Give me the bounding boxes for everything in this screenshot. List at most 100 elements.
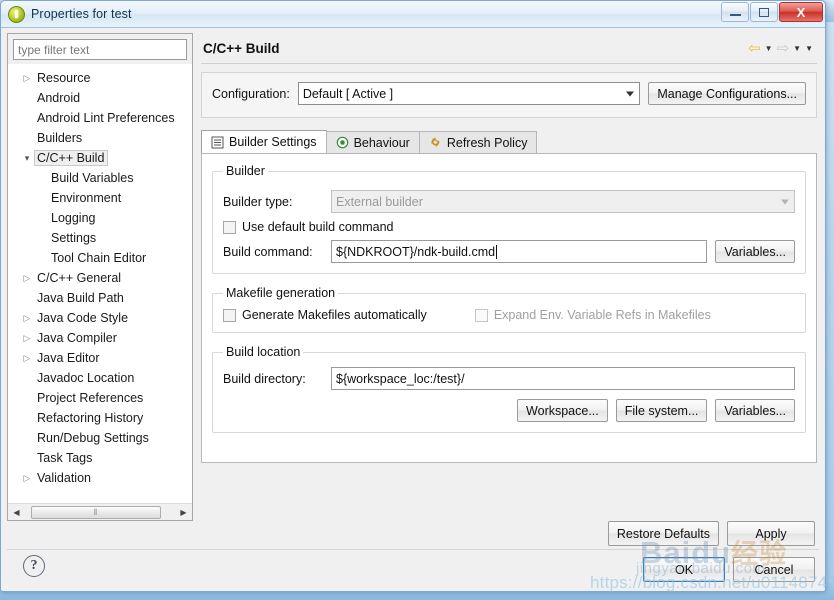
refresh-link-icon — [429, 136, 442, 149]
sidebar-item-tool-chain-editor[interactable]: Tool Chain Editor — [8, 248, 192, 268]
sidebar-item-project-references[interactable]: Project References — [8, 388, 192, 408]
scroll-left-icon[interactable]: ◀ — [8, 505, 25, 520]
close-button[interactable]: X — [779, 2, 823, 22]
settings-tree[interactable]: Resource Android Android Lint Preferences B… — [8, 65, 192, 502]
sidebar-item-build-variables[interactable]: Build Variables — [8, 168, 192, 188]
build-command-label: Build command: — [223, 244, 313, 259]
sidebar-item-java-editor[interactable]: Java Editor — [8, 348, 192, 368]
sidebar-item-validation[interactable]: Validation — [8, 468, 192, 488]
twisty-open-icon[interactable] — [20, 154, 34, 163]
builder-type-row: Builder type: External builder — [223, 190, 795, 213]
sidebar-item-android[interactable]: Android — [8, 88, 192, 108]
view-menu-chevron-down-icon[interactable]: ▼ — [805, 44, 813, 53]
build-directory-label: Build directory: — [223, 371, 306, 386]
sidebar-item-c-c-build[interactable]: C/C++ Build — [8, 148, 192, 168]
sidebar-item-label: C/C++ General — [37, 271, 122, 285]
settings-sidebar: Resource Android Android Lint Preferences B… — [7, 33, 193, 521]
sidebar-item-java-build-path[interactable]: Java Build Path — [8, 288, 192, 308]
sidebar-item-java-code-style[interactable]: Java Code Style — [8, 308, 192, 328]
sidebar-item-android-lint-preferences[interactable]: Android Lint Preferences — [8, 108, 192, 128]
twisty-closed-icon[interactable] — [20, 74, 34, 83]
sidebar-item-label: Run/Debug Settings — [37, 431, 149, 445]
target-circle-icon — [336, 136, 349, 149]
sidebar-item-label: Android Lint Preferences — [37, 111, 175, 125]
sidebar-item-builders[interactable]: Builders — [8, 128, 192, 148]
scroll-track[interactable]: ‖ — [25, 505, 175, 520]
back-icon[interactable]: ⇦ — [748, 41, 761, 56]
build-command-input[interactable]: ${NDKROOT}/ndk-build.cmd — [331, 240, 708, 263]
sidebar-item-label: Java Editor — [37, 351, 100, 365]
twisty-closed-icon[interactable] — [20, 354, 34, 363]
sidebar-item-label: Tool Chain Editor — [51, 251, 147, 265]
dialog-body: Resource Android Android Lint Preferences B… — [1, 29, 825, 591]
build-command-row: Build command: ${NDKROOT}/ndk-build.cmd … — [223, 240, 795, 263]
filter-input[interactable] — [13, 39, 187, 60]
ok-button[interactable]: OK — [643, 557, 725, 582]
sidebar-item-logging[interactable]: Logging — [8, 208, 192, 228]
tab-bar: Builder Settings Behaviour Refresh Policy — [201, 130, 817, 153]
twisty-closed-icon[interactable] — [20, 334, 34, 343]
generate-makefiles-checkbox[interactable] — [223, 308, 236, 322]
properties-dialog: Properties for test X Resource Android And… — [0, 0, 826, 592]
file-system-button[interactable]: File system... — [615, 399, 708, 422]
window-controls: X — [721, 2, 823, 22]
build-directory-input[interactable]: ${workspace_loc:/test}/ — [331, 367, 795, 390]
restore-button[interactable] — [750, 2, 778, 22]
forward-icon[interactable]: ⇨ — [777, 41, 790, 56]
minimize-button[interactable] — [721, 2, 749, 22]
restore-defaults-button[interactable]: Restore Defaults — [607, 521, 719, 546]
back-menu-chevron-down-icon[interactable]: ▼ — [765, 44, 773, 53]
twisty-closed-icon[interactable] — [20, 274, 34, 283]
scroll-right-icon[interactable]: ▶ — [175, 505, 192, 520]
sidebar-item-resource[interactable]: Resource — [8, 68, 192, 88]
builder-type-value: External builder — [336, 194, 423, 209]
ok-cancel-buttons: OK Cancel — [643, 557, 815, 582]
sidebar-item-refactoring-history[interactable]: Refactoring History — [8, 408, 192, 428]
use-default-build-command-checkbox[interactable] — [223, 220, 236, 234]
configuration-select[interactable]: Default [ Active ] — [297, 82, 641, 105]
sidebar-item-run-debug-settings[interactable]: Run/Debug Settings — [8, 428, 192, 448]
tab-refresh-policy[interactable]: Refresh Policy — [418, 131, 538, 153]
text-caret — [496, 244, 498, 259]
sidebar-item-label: Java Code Style — [37, 311, 129, 325]
sidebar-item-c-c-general[interactable]: C/C++ General — [8, 268, 192, 288]
use-default-build-command-row[interactable]: Use default build command — [223, 220, 795, 234]
twisty-closed-icon[interactable] — [20, 474, 34, 483]
apply-button[interactable]: Apply — [727, 521, 815, 546]
sidebar-item-settings[interactable]: Settings — [8, 228, 192, 248]
configuration-row: Configuration: Default [ Active ] Manage… — [212, 82, 806, 105]
tab-builder-settings[interactable]: Builder Settings — [201, 130, 327, 153]
expand-env-refs-checkbox — [474, 308, 488, 322]
generate-makefiles-label: Generate Makefiles automatically — [242, 308, 427, 322]
sidebar-item-java-compiler[interactable]: Java Compiler — [8, 328, 192, 348]
sidebar-item-label: Java Build Path — [37, 291, 124, 305]
sidebar-item-label: Android — [37, 91, 81, 105]
sidebar-item-label: Builders — [37, 131, 83, 145]
build-location-legend: Build location — [226, 345, 301, 359]
sidebar-item-label: Build Variables — [51, 171, 134, 185]
title-bar[interactable]: Properties for test X — [1, 1, 825, 28]
cancel-button[interactable]: Cancel — [733, 557, 815, 582]
workspace-button[interactable]: Workspace... — [517, 399, 608, 422]
sidebar-item-task-tags[interactable]: Task Tags — [8, 448, 192, 468]
manage-configurations-button[interactable]: Manage Configurations... — [648, 82, 806, 105]
sidebar-item-label: C/C++ Build — [34, 150, 109, 166]
tree-horizontal-scrollbar[interactable]: ◀ ‖ ▶ — [8, 503, 192, 520]
tab-behaviour[interactable]: Behaviour — [325, 131, 420, 153]
forward-menu-chevron-down-icon[interactable]: ▼ — [793, 44, 801, 53]
configuration-section: Configuration: Default [ Active ] Manage… — [201, 72, 817, 118]
twisty-closed-icon[interactable] — [20, 314, 34, 323]
help-icon[interactable]: ? — [23, 555, 45, 577]
restore-apply-buttons: Restore Defaults Apply — [607, 521, 815, 546]
builder-settings-pane: Builder Builder type: External builder U… — [201, 153, 817, 463]
footer-divider — [7, 549, 819, 550]
build-command-variables-button[interactable]: Variables... — [715, 240, 795, 263]
sidebar-item-label: Project References — [37, 391, 144, 405]
sidebar-item-environment[interactable]: Environment — [8, 188, 192, 208]
build-location-variables-button[interactable]: Variables... — [715, 399, 795, 422]
scroll-thumb[interactable]: ‖ — [31, 505, 161, 519]
dialog-footer: Restore Defaults Apply ? OK Cancel — [1, 521, 825, 591]
builder-group-legend: Builder — [226, 164, 265, 178]
sidebar-item-javadoc-location[interactable]: Javadoc Location — [8, 368, 192, 388]
sidebar-item-label: Java Compiler — [37, 331, 117, 345]
